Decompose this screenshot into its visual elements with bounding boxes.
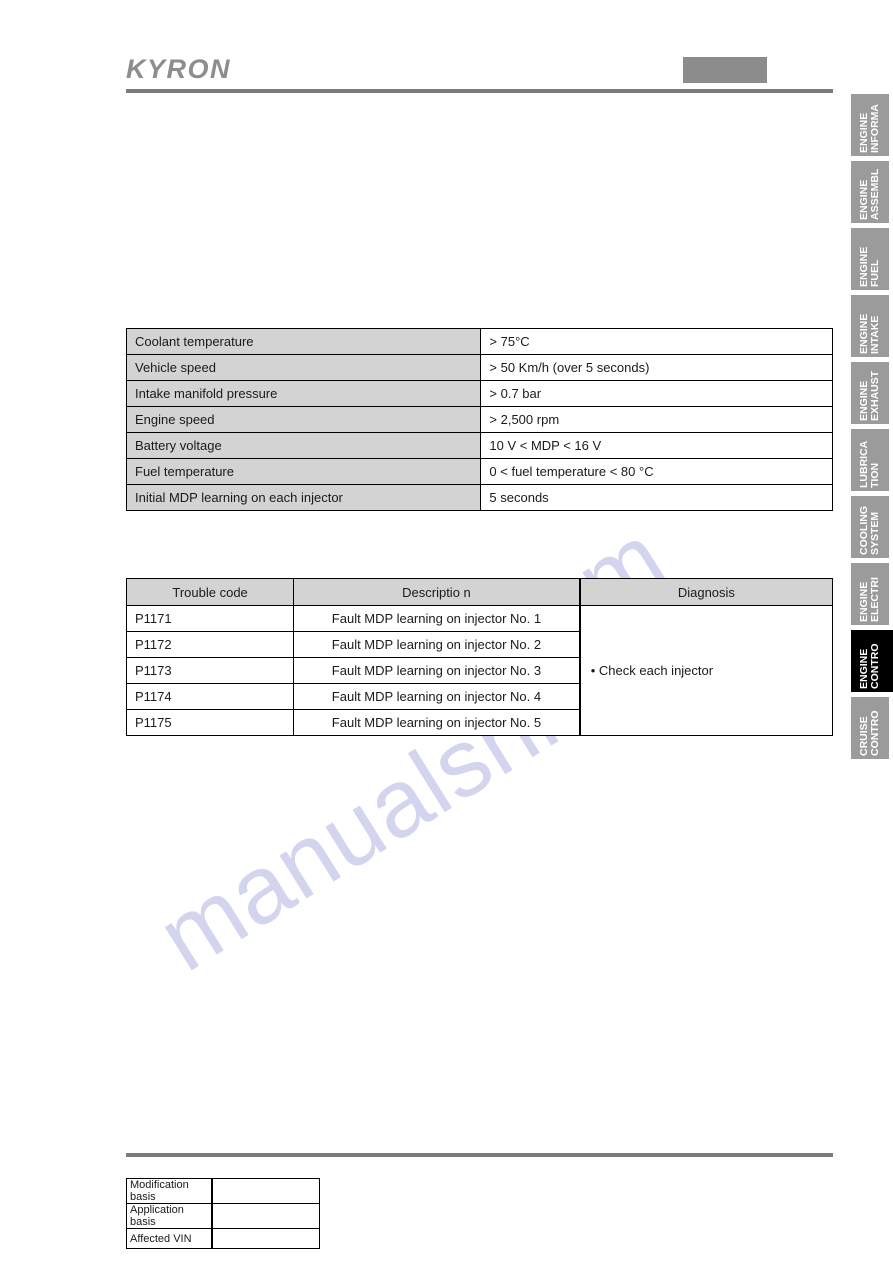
sidebar-tab-labels: ENGINE INTAKE <box>851 295 889 357</box>
table-row: Engine speed > 2,500 rpm <box>125 406 833 433</box>
sidebar-tab-label-line2: SYSTEM <box>869 511 881 555</box>
trouble-code-value: P1174 <box>125 683 295 710</box>
revision-label: Modification basis <box>126 1178 213 1204</box>
table-row: Modification basis <box>126 1178 320 1204</box>
trouble-codes-table-head: Trouble code Descriptio n Diagnosis <box>125 578 833 606</box>
condition-label: Engine speed <box>125 406 482 433</box>
condition-value: > 0.7 bar <box>480 380 833 407</box>
revision-value <box>211 1178 320 1204</box>
sidebar-tab-cooling-system[interactable]: COOLING SYSTEM <box>851 496 889 558</box>
sidebar-tab-label-line2: ASSEMBL <box>869 168 881 220</box>
trouble-code-value: P1173 <box>125 657 295 684</box>
sidebar-tab-lubrica-tion[interactable]: LUBRICA TION <box>851 429 889 491</box>
revision-table: Modification basis Application basis Aff… <box>126 1178 320 1249</box>
brand-logo: KYRON <box>126 54 232 84</box>
trouble-codes-table-body: P1171 Fault MDP learning on injector No.… <box>125 605 833 736</box>
diagnosis-value: • Check each injector <box>578 605 833 736</box>
table-header-row: Trouble code Descriptio n Diagnosis <box>125 578 833 606</box>
trouble-code-description: Fault MDP learning on injector No. 4 <box>293 683 581 710</box>
sidebar-tab-engine-fuel[interactable]: ENGINE FUEL <box>851 228 889 290</box>
footer-rule <box>126 1153 833 1157</box>
sidebar-tab-label-line2: CONTRO <box>869 710 881 757</box>
sidebar-tab-engine-exhaust[interactable]: ENGINE EXHAUST <box>851 362 889 424</box>
sidebar-tab-label-line2: FUEL <box>869 259 881 287</box>
revision-value <box>211 1203 320 1229</box>
sidebar-tab-labels: LUBRICA TION <box>851 429 889 491</box>
condition-label: Vehicle speed <box>125 354 482 381</box>
header-corner-box <box>682 56 768 84</box>
sidebar-tab-label-line2: TION <box>869 462 881 488</box>
table-row: Affected VIN <box>126 1228 320 1249</box>
table-row: P1171 Fault MDP learning on injector No.… <box>125 605 833 736</box>
sidebar-tab-labels: ENGINE EXHAUST <box>851 362 889 424</box>
revision-table-body: Modification basis Application basis Aff… <box>126 1178 320 1249</box>
trouble-codes-table: Trouble code Descriptio n Diagnosis P117… <box>125 578 833 736</box>
sidebar-tab-label-line2: ELECTRI <box>869 577 881 622</box>
table-row: Battery voltage 10 V < MDP < 16 V <box>125 432 833 459</box>
revision-label: Affected VIN <box>126 1228 213 1249</box>
condition-value: 0 < fuel temperature < 80 °C <box>480 458 833 485</box>
sidebar-tab-labels: ENGINE ELECTRI <box>851 563 889 625</box>
sidebar-tab-labels: COOLING SYSTEM <box>851 496 889 558</box>
section-tab-rail: ENGINE INFORMA ENGINE ASSEMBL ENGINE FUEL ENGI… <box>851 94 893 764</box>
sidebar-tab-label-line2: INFORMA <box>869 104 881 153</box>
column-header-description: Descriptio n <box>293 578 581 606</box>
revision-value <box>211 1228 320 1249</box>
sidebar-tab-engine-electri[interactable]: ENGINE ELECTRI <box>851 563 889 625</box>
sidebar-tab-labels: ENGINE ASSEMBL <box>851 161 889 223</box>
condition-label: Battery voltage <box>125 432 482 459</box>
sidebar-tab-engine-intake[interactable]: ENGINE INTAKE <box>851 295 889 357</box>
table-row: Application basis <box>126 1203 320 1229</box>
document-page: KYRON Coolant temperature > 75°C Vehicle… <box>0 0 893 1263</box>
conditions-table-body: Coolant temperature > 75°C Vehicle speed… <box>125 328 833 511</box>
table-row: Vehicle speed > 50 Km/h (over 5 seconds) <box>125 354 833 381</box>
sidebar-tab-labels: ENGINE FUEL <box>851 228 889 290</box>
condition-value: > 2,500 rpm <box>480 406 833 433</box>
condition-label: Intake manifold pressure <box>125 380 482 407</box>
conditions-table: Coolant temperature > 75°C Vehicle speed… <box>125 328 833 511</box>
trouble-code-description: Fault MDP learning on injector No. 2 <box>293 631 581 658</box>
table-row: Coolant temperature > 75°C <box>125 328 833 355</box>
sidebar-tab-engine-assembl[interactable]: ENGINE ASSEMBL <box>851 161 889 223</box>
condition-label: Coolant temperature <box>125 328 482 355</box>
table-row: Fuel temperature 0 < fuel temperature < … <box>125 458 833 485</box>
trouble-code-description: Fault MDP learning on injector No. 1 <box>293 605 581 632</box>
condition-value: 5 seconds <box>480 484 833 511</box>
condition-value: > 50 Km/h (over 5 seconds) <box>480 354 833 381</box>
sidebar-tab-cruise-contro[interactable]: CRUISE CONTRO <box>851 697 889 759</box>
table-row: Intake manifold pressure > 0.7 bar <box>125 380 833 407</box>
sidebar-tab-labels: ENGINE CONTRO <box>851 630 889 692</box>
sidebar-tab-engine-contro[interactable]: ENGINE CONTRO <box>851 630 893 692</box>
trouble-code-value: P1175 <box>125 709 295 736</box>
column-header-diagnosis: Diagnosis <box>578 578 833 606</box>
sidebar-tab-label-line2: INTAKE <box>869 315 881 354</box>
trouble-code-description: Fault MDP learning on injector No. 3 <box>293 657 581 684</box>
condition-value: > 75°C <box>480 328 833 355</box>
condition-label: Fuel temperature <box>125 458 482 485</box>
sidebar-tab-labels: CRUISE CONTRO <box>851 697 889 759</box>
trouble-code-value: P1172 <box>125 631 295 658</box>
condition-value: 10 V < MDP < 16 V <box>480 432 833 459</box>
table-row: Initial MDP learning on each injector 5 … <box>125 484 833 511</box>
revision-label: Application basis <box>126 1203 213 1229</box>
condition-label: Initial MDP learning on each injector <box>125 484 482 511</box>
sidebar-tab-label-line2: CONTRO <box>869 643 881 690</box>
column-header-trouble-code: Trouble code <box>125 578 295 606</box>
sidebar-tab-labels: ENGINE INFORMA <box>851 94 889 156</box>
sidebar-tab-engine-informa[interactable]: ENGINE INFORMA <box>851 94 889 156</box>
trouble-code-description: Fault MDP learning on injector No. 5 <box>293 709 581 736</box>
sidebar-tab-label-line2: EXHAUST <box>869 370 881 421</box>
trouble-code-value: P1171 <box>125 605 295 632</box>
header-rule <box>126 89 833 93</box>
